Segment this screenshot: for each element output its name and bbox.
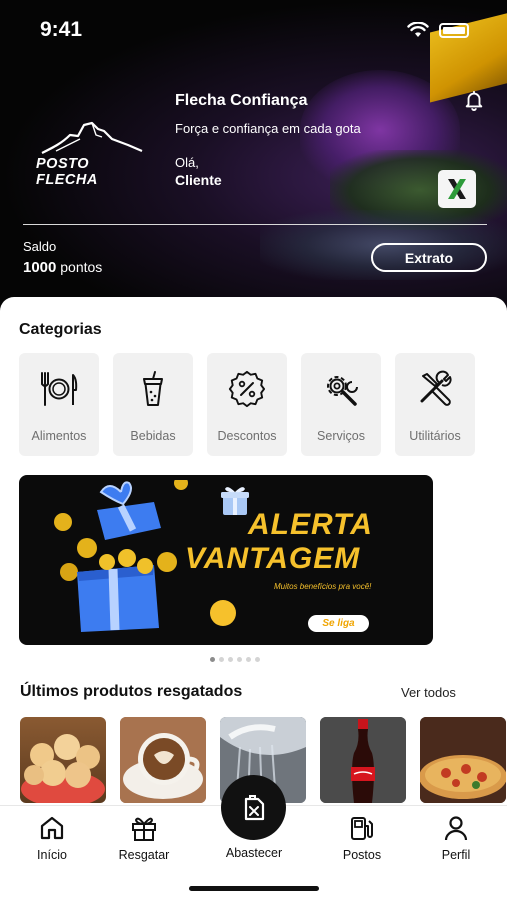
gift-icon xyxy=(132,817,156,841)
pagination-dot[interactable] xyxy=(219,657,224,662)
category-alimentos[interactable]: Alimentos xyxy=(19,353,99,456)
user-icon xyxy=(444,816,468,841)
cheese-bread-photo-icon xyxy=(21,734,105,803)
x-logo-icon xyxy=(448,179,466,199)
refuel-fab-label: Abastecer xyxy=(225,846,283,860)
promo-banner[interactable]: ALERTA VANTAGEM Muitos benefícios pra vo… xyxy=(19,475,433,645)
pagination-dot[interactable] xyxy=(255,657,260,662)
product-cheese-bread[interactable] xyxy=(20,717,106,803)
x-partner-badge[interactable] xyxy=(438,170,476,208)
status-time: 9:41 xyxy=(40,18,83,41)
hero-header: 9:41 POSTO FLECHA Flecha Confiança Força… xyxy=(0,0,507,320)
banner-headline-2: VANTAGEM xyxy=(185,542,361,575)
category-descontos[interactable]: Descontos xyxy=(207,353,287,456)
category-label: Serviços xyxy=(317,429,365,443)
refuel-fab-button[interactable] xyxy=(221,775,286,840)
battery-icon xyxy=(439,22,469,38)
tab-postos[interactable]: Postos xyxy=(322,814,402,862)
product-pizza[interactable] xyxy=(420,717,506,803)
tab-label: Resgatar xyxy=(118,848,170,862)
tab-label: Perfil xyxy=(441,848,471,862)
category-label: Bebidas xyxy=(130,429,176,443)
gold-coin-icon xyxy=(210,600,236,626)
logo-text: POSTO FLECHA xyxy=(36,156,98,188)
banner-cta-button[interactable]: Se liga xyxy=(308,615,369,632)
gas-station-icon xyxy=(351,817,373,840)
tab-perfil[interactable]: Perfil xyxy=(416,814,496,862)
greeting: Olá, xyxy=(175,155,199,170)
pagination-dot[interactable] xyxy=(246,657,251,662)
banner-tagline: Muitos benefícios pra você! xyxy=(274,582,372,591)
see-all-link[interactable]: Ver todos xyxy=(401,685,456,700)
category-label: Utilitários xyxy=(409,429,461,443)
balance-amount: 1000 xyxy=(23,259,57,276)
fuel-can-icon xyxy=(244,794,264,820)
brand-title: Flecha Confiança xyxy=(175,92,308,109)
category-label: Descontos xyxy=(217,429,277,443)
balance-value: 1000 pontos xyxy=(23,259,102,276)
recent-products-title: Últimos produtos resgatados xyxy=(20,683,243,700)
fork-knife-plate-icon xyxy=(41,372,78,406)
bell-icon[interactable] xyxy=(463,89,485,111)
banner-pagination xyxy=(210,657,260,662)
statement-button[interactable]: Extrato xyxy=(371,243,487,272)
pagination-dot[interactable] xyxy=(228,657,233,662)
category-servicos[interactable]: Serviços xyxy=(301,353,381,456)
gift-box-illustration-icon xyxy=(54,480,188,632)
banner-headline-1: ALERTA xyxy=(248,508,373,541)
pagination-dot[interactable] xyxy=(237,657,242,662)
category-bebidas[interactable]: Bebidas xyxy=(113,353,193,456)
brand-subtitle: Força e confiança em cada gota xyxy=(175,121,361,136)
tab-label: Postos xyxy=(342,848,382,862)
tab-label: Início xyxy=(37,848,67,862)
balance-unit: pontos xyxy=(60,259,103,275)
category-label: Alimentos xyxy=(31,429,87,443)
gear-wrench-icon xyxy=(327,376,358,406)
percent-badge-icon xyxy=(228,370,266,408)
status-icons xyxy=(407,22,469,38)
pagination-dot[interactable] xyxy=(210,657,215,662)
balance-label: Saldo xyxy=(23,239,57,254)
cappuccino-photo-icon xyxy=(120,717,206,803)
small-gift-icon xyxy=(221,487,249,515)
home-indicator xyxy=(189,886,319,891)
cup-with-straw-icon xyxy=(143,371,163,406)
hero-divider xyxy=(23,224,487,225)
tools-icon xyxy=(420,370,452,406)
category-utilitarios[interactable]: Utilitários xyxy=(395,353,475,456)
user-name: Cliente xyxy=(175,172,222,188)
tab-inicio[interactable]: Início xyxy=(12,814,92,862)
categories-title: Categorias xyxy=(19,321,102,338)
categories-list: Alimentos Bebidas Descontos Serviços Uti… xyxy=(19,353,475,456)
product-coca-cola[interactable] xyxy=(320,717,406,803)
pizza-photo-icon xyxy=(420,717,506,803)
tab-resgatar[interactable]: Resgatar xyxy=(104,814,184,862)
wifi-icon xyxy=(407,22,429,37)
home-icon xyxy=(40,816,64,840)
coca-cola-bottle-photo-icon xyxy=(320,717,406,803)
product-cappuccino[interactable] xyxy=(120,717,206,803)
